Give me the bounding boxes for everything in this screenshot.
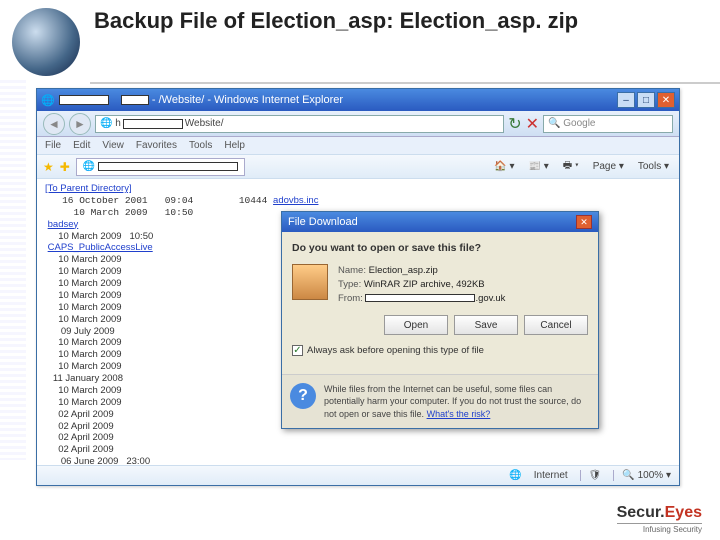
favorites-icon[interactable]: ★ bbox=[43, 160, 54, 174]
search-placeholder: Google bbox=[563, 118, 595, 129]
dialog-prompt: Do you want to open or save this file? bbox=[292, 242, 588, 254]
always-ask-label: Always ask before opening this type of f… bbox=[307, 345, 484, 356]
stop-icon[interactable]: ✕ bbox=[526, 114, 539, 134]
address-suffix: Website/ bbox=[185, 118, 224, 129]
print-button[interactable]: 🖶 ▾ bbox=[559, 158, 583, 175]
search-icon: 🔍 bbox=[548, 118, 560, 129]
maximize-button[interactable]: □ bbox=[637, 92, 655, 108]
home-button[interactable]: 🏠 ▾ bbox=[490, 161, 518, 172]
window-title-text: - /Website/ - Windows Internet Explorer bbox=[115, 94, 617, 106]
menu-edit[interactable]: Edit bbox=[73, 140, 90, 151]
open-button[interactable]: Open bbox=[384, 315, 448, 335]
menu-help[interactable]: Help bbox=[224, 140, 245, 151]
browser-window: 🌐 - /Website/ - Windows Internet Explore… bbox=[36, 88, 680, 486]
menu-favorites[interactable]: Favorites bbox=[136, 140, 177, 151]
back-button[interactable]: ◄ bbox=[43, 113, 65, 135]
tab-toolbar: ★ ✚ 🌐 🏠 ▾ 📰 ▾ 🖶 ▾ Page ▾ Tools ▾ bbox=[37, 155, 679, 179]
address-masked bbox=[123, 119, 183, 129]
zoom-control[interactable]: 🔍 100% ▾ bbox=[613, 470, 671, 481]
dialog-close-button[interactable]: ✕ bbox=[576, 215, 592, 229]
save-button[interactable]: Save bbox=[454, 315, 518, 335]
file-type-icon bbox=[292, 264, 328, 300]
from-suffix: .gov.uk bbox=[475, 293, 505, 304]
zone-label: Internet bbox=[534, 470, 568, 481]
from-masked bbox=[365, 294, 475, 302]
page-menu[interactable]: Page ▾ bbox=[589, 161, 628, 172]
tab-title-masked bbox=[98, 162, 238, 171]
slide-header: Backup File of Election_asp: Election_as… bbox=[0, 0, 720, 80]
zone-icon: 🌐 bbox=[509, 470, 521, 481]
feeds-button[interactable]: 📰 ▾ bbox=[525, 161, 553, 172]
title-masked bbox=[59, 95, 109, 105]
dialog-title-text: File Download bbox=[288, 216, 358, 228]
window-titlebar[interactable]: 🌐 - /Website/ - Windows Internet Explore… bbox=[37, 89, 679, 111]
checkbox-icon: ✓ bbox=[292, 345, 303, 356]
menu-bar: File Edit View Favorites Tools Help bbox=[37, 137, 679, 155]
decorative-left-pattern bbox=[0, 80, 26, 460]
protocol-icon: 🌐 bbox=[100, 118, 112, 129]
menu-view[interactable]: View bbox=[102, 140, 124, 151]
file-type-value: WinRAR ZIP archive, 492KB bbox=[364, 279, 485, 290]
file-download-dialog: File Download ✕ Do you want to open or s… bbox=[281, 211, 599, 429]
address-bar[interactable]: 🌐 hWebsite/ bbox=[95, 115, 504, 133]
menu-tools[interactable]: Tools bbox=[189, 140, 212, 151]
protected-mode-icon: 🛡 bbox=[580, 470, 602, 481]
close-button[interactable]: ✕ bbox=[657, 92, 675, 108]
refresh-icon[interactable]: ↻ bbox=[508, 114, 521, 134]
listing-link[interactable]: CAPS_PublicAccessLive bbox=[48, 242, 153, 253]
globe-graphic bbox=[12, 8, 80, 76]
whats-risk-link[interactable]: What's the risk? bbox=[427, 409, 491, 419]
nav-toolbar: ◄ ► 🌐 hWebsite/ ↻ ✕ 🔍 Google bbox=[37, 111, 679, 137]
listing-link[interactable]: badsey bbox=[48, 219, 79, 230]
info-icon: ? bbox=[290, 383, 316, 409]
listing-link[interactable]: adovbs.inc bbox=[273, 195, 318, 206]
search-box[interactable]: 🔍 Google bbox=[543, 115, 673, 133]
tools-menu[interactable]: Tools ▾ bbox=[634, 161, 673, 172]
parent-dir-link[interactable]: [To Parent Directory] bbox=[45, 183, 132, 194]
dialog-warning: ? While files from the Internet can be u… bbox=[282, 374, 598, 427]
always-ask-checkbox[interactable]: ✓ Always ask before opening this type of… bbox=[292, 345, 588, 356]
ie-icon: 🌐 bbox=[41, 94, 55, 107]
cancel-button[interactable]: Cancel bbox=[524, 315, 588, 335]
browser-tab[interactable]: 🌐 bbox=[76, 158, 245, 176]
footer-logo: Secur.Eyes Infusing Security bbox=[617, 504, 702, 534]
minimize-button[interactable]: – bbox=[617, 92, 635, 108]
slide-title: Backup File of Election_asp: Election_as… bbox=[94, 8, 578, 34]
forward-button[interactable]: ► bbox=[69, 113, 91, 135]
menu-file[interactable]: File bbox=[45, 140, 61, 151]
file-fields: Name: Election_asp.zip Type: WinRAR ZIP … bbox=[338, 264, 505, 305]
add-favorite-icon[interactable]: ✚ bbox=[60, 160, 70, 174]
file-name-value: Election_asp.zip bbox=[369, 265, 438, 276]
status-bar: 🌐 Internet 🛡 🔍 100% ▾ bbox=[37, 465, 679, 485]
page-content: [To Parent Directory] 16 October 2001 09… bbox=[37, 179, 679, 465]
dialog-titlebar[interactable]: File Download ✕ bbox=[282, 212, 598, 232]
header-divider bbox=[90, 82, 720, 84]
